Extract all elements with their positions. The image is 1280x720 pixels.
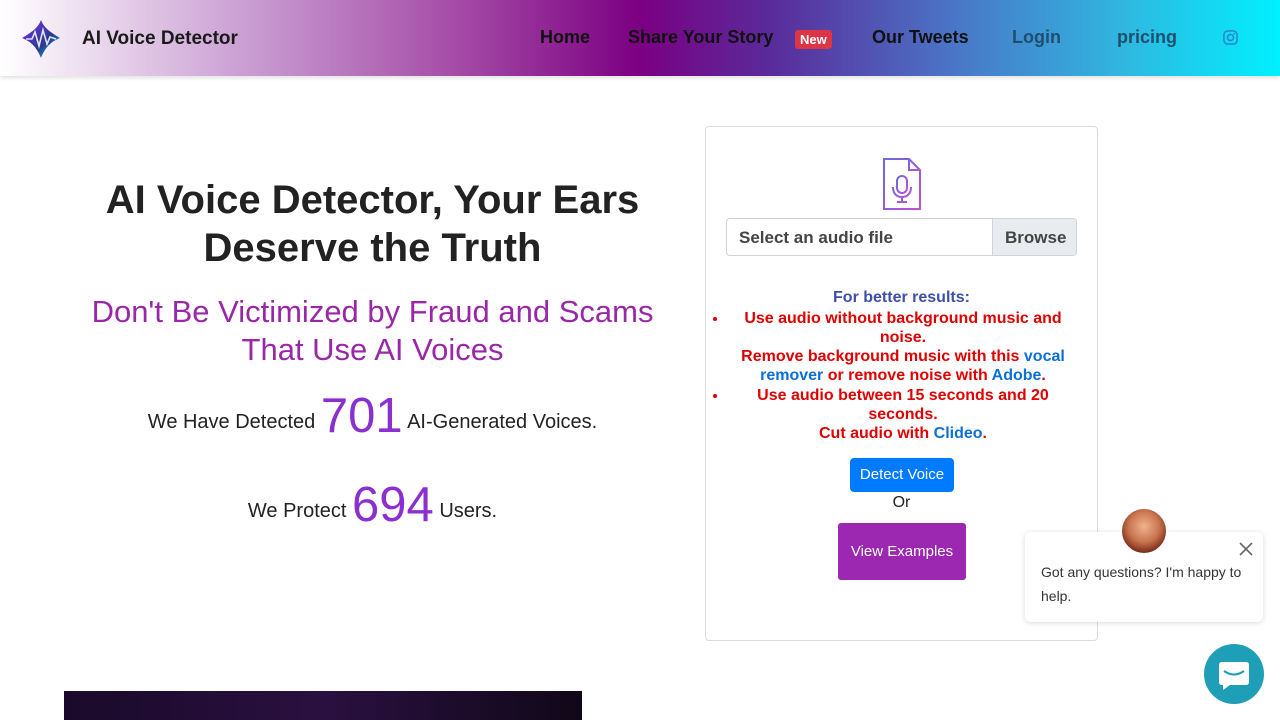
tip1-period: . (1041, 367, 1046, 384)
tip2-text: Use audio between 15 seconds and 20 seco… (757, 387, 1049, 423)
audio-file-icon (883, 158, 921, 210)
protect-count: 694 (352, 478, 434, 532)
brand-name: AI Voice Detector (82, 28, 238, 49)
hero-subtitle: Don't Be Victimized by Fraud and Scams T… (91, 294, 654, 367)
tip1-text: Use audio without background music and n… (744, 310, 1062, 346)
logo-icon (22, 20, 60, 58)
tips-list: Use audio without background music and n… (728, 309, 1078, 444)
nav-login-link[interactable]: Login (1012, 27, 1061, 48)
file-input-placeholder[interactable]: Select an audio file (727, 219, 992, 255)
chat-icon (1219, 662, 1249, 690)
nav-tweets-link[interactable]: Our Tweets (872, 27, 969, 48)
hero-title: AI Voice Detector, Your Ears Deserve the… (105, 178, 640, 270)
adobe-link[interactable]: Adobe (992, 367, 1042, 384)
detected-count: 701 (320, 389, 403, 443)
tip-item: Use audio without background music and n… (728, 309, 1078, 385)
top-navbar: AI Voice Detector Home Share Your Story … (0, 0, 1280, 76)
protect-suffix: Users. (439, 500, 498, 522)
tip2-period: . (982, 425, 987, 442)
detected-suffix: AI-Generated Voices. (407, 411, 598, 433)
nav-pricing-link[interactable]: pricing (1117, 27, 1177, 48)
detected-prefix: We Have Detected (147, 411, 316, 433)
tips-heading: For better results: (833, 289, 970, 306)
protect-stat: We Protect 694 Users. (64, 477, 681, 533)
chat-launcher-button[interactable] (1204, 644, 1264, 704)
view-examples-button[interactable]: View Examples (838, 523, 966, 580)
protect-prefix: We Protect (247, 500, 347, 522)
audio-file-input[interactable]: Select an audio file Browse (726, 218, 1077, 256)
clideo-link[interactable]: Clideo (934, 425, 983, 442)
or-separator: Or (892, 494, 911, 511)
new-badge: New (795, 30, 832, 49)
detect-voice-button[interactable]: Detect Voice (850, 458, 954, 492)
avatar (1120, 507, 1168, 555)
nav-share-story-link[interactable]: Share Your Story (628, 27, 773, 48)
tip2-cut-text: Cut audio with (819, 425, 930, 442)
close-icon[interactable] (1238, 541, 1254, 557)
instagram-icon[interactable] (1223, 30, 1238, 45)
nav-home-link[interactable]: Home (540, 27, 590, 48)
hero-section: AI Voice Detector, Your Ears Deserve the… (64, 176, 681, 369)
brand[interactable]: AI Voice Detector (20, 18, 238, 60)
tip-item: Use audio between 15 seconds and 20 seco… (728, 386, 1078, 443)
browse-button[interactable]: Browse (992, 219, 1076, 255)
chat-message: Got any questions? I'm happy to help. (1041, 564, 1242, 604)
tip1-noise-text: or remove noise with (827, 367, 988, 384)
detected-stat: We Have Detected 701 AI-Generated Voices… (64, 388, 681, 444)
video-preview[interactable] (64, 691, 582, 720)
tip1-remove-text: Remove background music with this (741, 348, 1020, 365)
